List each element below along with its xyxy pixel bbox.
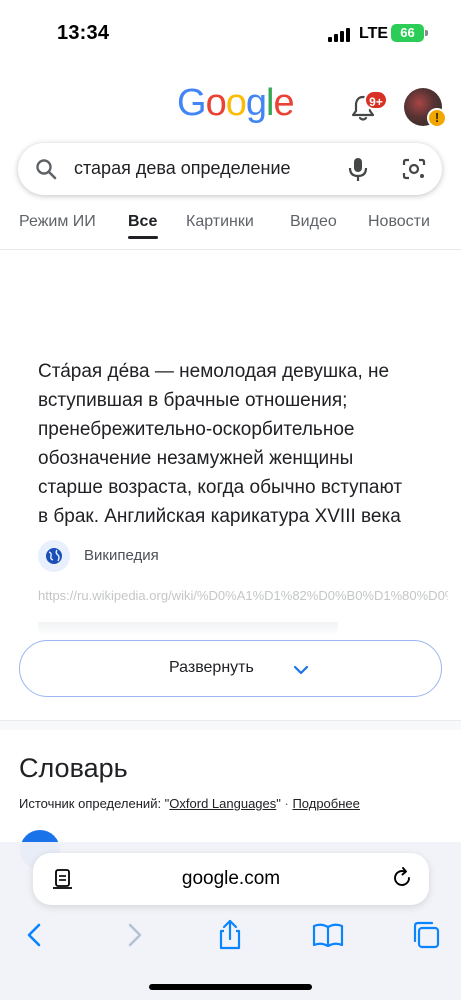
logo-letter: l [265,82,275,124]
tab-images[interactable]: Картинки [186,213,254,231]
notification-badge: 9+ [364,90,388,110]
more-link[interactable]: Подробнее [292,796,359,811]
microphone-icon[interactable] [346,156,370,182]
network-label: LTE [359,25,389,42]
search-box[interactable]: старая дева определение [18,143,442,195]
share-icon[interactable] [213,918,247,952]
featured-snippet-text: Ста́рая де́ва — немолодая девушка, не вс… [38,357,448,531]
bookmarks-icon[interactable] [311,918,345,952]
status-bar: 13:34 LTE 66 [0,0,461,62]
active-tab-indicator [128,236,158,239]
dictionary-title: Словарь [19,753,128,783]
status-time: 13:34 [57,22,110,44]
snippet-source-name[interactable]: Википедия [84,547,159,564]
battery-icon: 66 [391,24,424,42]
search-tabs: Режим ИИ Все Картинки Видео Новости [0,200,461,250]
expand-button[interactable]: Развернуть [19,640,442,697]
search-icon [36,159,57,180]
signal-icon [328,28,350,42]
tab-all[interactable]: Все [128,213,157,231]
address-bar[interactable]: google.com [33,853,429,905]
logo-letter: o [225,82,247,124]
dictionary-separator: · [280,796,293,811]
logo-letter: e [273,82,294,124]
logo-letter: G [177,82,207,124]
home-indicator [149,984,312,990]
tab-ai-mode[interactable]: Режим ИИ [19,213,96,231]
reload-icon[interactable] [391,867,413,889]
snippet-line: в брак. Английская карикатура XVIII века [38,506,401,527]
google-logo[interactable]: Google [177,82,295,125]
globe-icon[interactable] [38,540,70,572]
snippet-line: Ста́рая де́ва — немолодая девушка, не [38,361,390,382]
battery-cap [425,30,428,36]
tab-video[interactable]: Видео [290,213,337,231]
logo-letter: g [245,82,267,124]
search-input[interactable]: старая дева определение [74,158,291,179]
section-divider [0,720,461,730]
expand-button-label: Развернуть [169,659,254,676]
snippet-line: пренебрежительно-оскорбительное [38,419,355,440]
dictionary-source-prefix: Источник определений: " [19,796,170,811]
oxford-languages-link[interactable]: Oxford Languages [169,796,276,811]
snippet-line: старше возраста, когда обычно вступают [38,477,403,498]
logo-letter: o [205,82,227,124]
snippet-line: обозначение незамужней женщины [38,448,354,469]
tab-news[interactable]: Новости [368,213,430,231]
snippet-source-url[interactable]: https://ru.wikipedia.org/wiki/%D0%A1%D1%… [38,588,448,603]
account-alert-badge: ! [427,108,447,128]
camera-search-icon[interactable] [401,157,427,181]
tabs-icon[interactable] [409,918,443,952]
faded-text-overlay [38,622,338,636]
dictionary-source: Источник определений: "Oxford Languages"… [19,796,360,811]
back-arrow-icon[interactable] [18,918,52,952]
address-text[interactable]: google.com [33,868,429,890]
forward-arrow-icon[interactable] [117,918,151,952]
snippet-line: вступившая в брачные отношения; [38,390,348,411]
chevron-down-icon [293,665,309,675]
